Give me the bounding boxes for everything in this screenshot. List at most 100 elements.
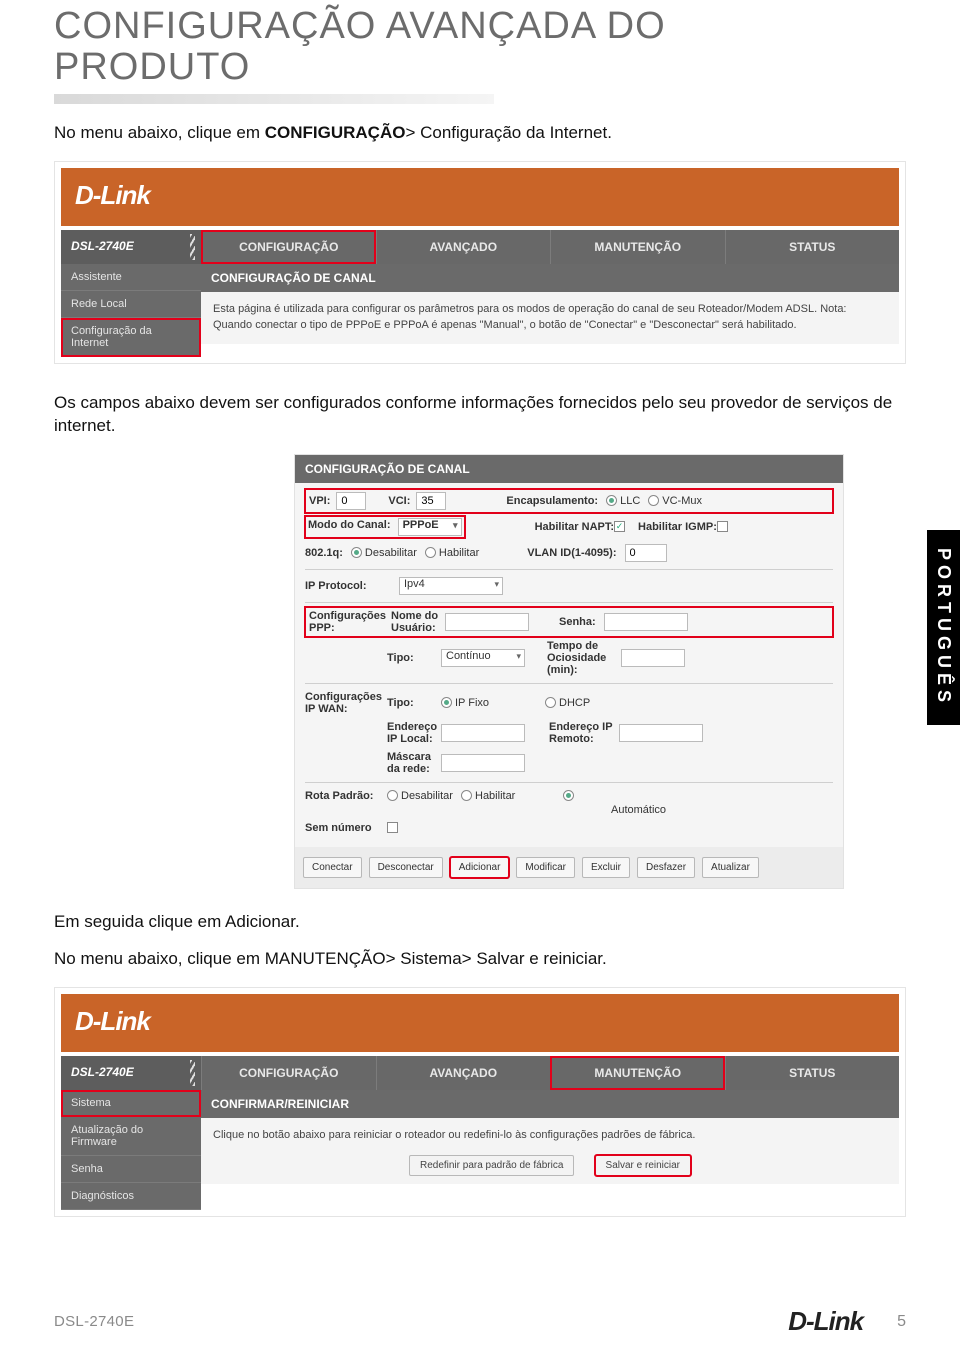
dlink-logo: D-Link [75,180,150,210]
encap-vcmux-radio[interactable] [648,495,659,506]
unnum-label: Sem número [305,822,387,834]
defroute-label: Rota Padrão: [305,790,387,802]
vpi-label: VPI: [309,495,330,507]
sidebar-item-rede-local[interactable]: Rede Local [61,291,201,318]
top-tabs-row: DSL-2740E CONFIGURAÇÃO AVANÇADO MANUTENÇ… [61,230,899,264]
footer-page-number: 5 [897,1313,906,1331]
btn-conectar[interactable]: Conectar [303,857,362,878]
panel-header: CONFIGURAÇÃO DE CANAL [295,455,843,483]
napt-label: Habilitar NAPT: [535,521,614,533]
button-row: Conectar Desconectar Adicionar Modificar… [295,847,843,888]
section-body: Esta página é utilizada para configurar … [201,292,899,344]
defroute-disable-radio[interactable] [387,790,398,801]
defroute-auto-radio[interactable] [563,790,574,801]
sidebar-item-config-internet[interactable]: Configuração da Internet [61,318,201,357]
sidebar-item-sistema[interactable]: Sistema [61,1090,201,1117]
tab3-status[interactable]: STATUS [725,1056,900,1090]
igmp-checkbox[interactable] [717,521,728,532]
section3-header: CONFIRMAR/REINICIAR [201,1090,899,1118]
ppp-user-input[interactable] [445,613,529,631]
idle-input[interactable] [621,649,685,667]
napt-checkbox[interactable] [614,521,625,532]
dot1q-enable-radio[interactable] [425,547,436,558]
tab3-configuracao[interactable]: CONFIGURAÇÃO [201,1056,376,1090]
top-tabs-row-3: DSL-2740E CONFIGURAÇÃO AVANÇADO MANUTENÇ… [61,1056,899,1090]
ppp-group-label: Configurações PPP: [309,610,391,634]
brand-bar-3: D-Link [61,994,899,1052]
tab-status[interactable]: STATUS [725,230,900,264]
intro-text-3: Em seguida clique em Adicionar. [54,911,906,934]
model-cell-3: DSL-2740E [61,1056,201,1090]
sidebar-item-assistente[interactable]: Assistente [61,264,201,291]
btn-salvar-reiniciar[interactable]: Salvar e reiniciar [595,1155,691,1176]
btn-redefinir[interactable]: Redefinir para padrão de fábrica [409,1155,574,1176]
language-sidebar-tab: PORTUGUÊS [927,530,960,725]
idle-label: Tempo de Ociosidade (min): [547,640,621,676]
vlan-input[interactable] [625,544,667,562]
brand-bar: D-Link [61,168,899,226]
btn-desconectar[interactable]: Desconectar [369,857,443,878]
vci-label: VCI: [388,495,410,507]
footer-logo: D-Link [788,1306,863,1337]
title-line-2: PRODUTO [54,46,250,88]
sidebar-item-firmware[interactable]: Atualização do Firmware [61,1117,201,1156]
sidebar-3: Sistema Atualização do Firmware Senha Di… [61,1090,201,1210]
screenshot-2: CONFIGURAÇÃO DE CANAL VPI: VCI: Encapsul… [294,454,844,889]
mode-label: Modo do Canal: PPPoE [305,516,465,538]
dlink-logo-3: D-Link [75,1006,150,1036]
mode-select[interactable]: PPPoE [398,518,462,536]
intro-text-2: Os campos abaixo devem ser configurados … [54,392,906,438]
vlan-label: VLAN ID(1-4095): [527,547,616,559]
intro-text-1: No menu abaixo, clique em CONFIGURAÇÃO> … [54,122,906,145]
ppp-user-label: Nome do Usuário: [391,610,445,634]
tab-manutencao[interactable]: MANUTENÇÃO [550,230,725,264]
intro-text-4: No menu abaixo, clique em MANUTENÇÃO> Si… [54,948,906,971]
page-footer: DSL-2740E D-Link 5 [54,1306,906,1337]
wan-type-label: Tipo: [387,697,441,709]
section3-body: Clique no botão abaixo para reiniciar o … [201,1118,899,1184]
ppp-pass-input[interactable] [604,613,688,631]
btn-desfazer[interactable]: Desfazer [637,857,695,878]
ppp-pass-label: Senha: [559,616,596,628]
wan-remote-label: Endereço IP Remoto: [549,721,619,745]
wan-type-dhcp-radio[interactable] [545,697,556,708]
wan-mask-label: Máscara da rede: [387,751,441,775]
screenshot-1: D-Link DSL-2740E CONFIGURAÇÃO AVANÇADO M… [54,161,906,364]
page-title: CONFIGURAÇÃO AVANÇADA DO PRODUTO [54,6,906,88]
vci-input[interactable] [416,492,446,510]
wan-mask-input[interactable] [441,754,525,772]
encap-llc-radio[interactable] [606,495,617,506]
wan-local-input[interactable] [441,724,525,742]
wan-group-label: Configurações IP WAN: [305,691,387,715]
title-line-1: CONFIGURAÇÃO AVANÇADA DO [54,5,666,47]
defroute-enable-radio[interactable] [461,790,472,801]
sidebar: Assistente Rede Local Configuração da In… [61,264,201,357]
model-cell: DSL-2740E [61,230,201,264]
ipproto-select[interactable]: Ipv4 [399,577,503,595]
ppp-type-select[interactable]: Contínuo [441,649,525,667]
tab3-avancado[interactable]: AVANÇADO [376,1056,551,1090]
btn-adicionar[interactable]: Adicionar [450,857,510,878]
wan-type-ipfixo-radio[interactable] [441,697,452,708]
btn-excluir[interactable]: Excluir [582,857,630,878]
ppp-type-label: Tipo: [387,652,441,664]
vpi-input[interactable] [336,492,366,510]
wan-remote-input[interactable] [619,724,703,742]
btn-atualizar[interactable]: Atualizar [702,857,759,878]
screenshot-3: D-Link DSL-2740E CONFIGURAÇÃO AVANÇADO M… [54,987,906,1217]
wan-local-label: Endereço IP Local: [387,721,441,745]
sidebar-item-senha[interactable]: Senha [61,1156,201,1183]
unnum-checkbox[interactable] [387,822,398,833]
sidebar-item-diagnosticos[interactable]: Diagnósticos [61,1183,201,1210]
section-header: CONFIGURAÇÃO DE CANAL [201,264,899,292]
title-rule [54,94,494,104]
tab-configuracao[interactable]: CONFIGURAÇÃO [201,230,376,264]
dot1q-disable-radio[interactable] [351,547,362,558]
footer-model: DSL-2740E [54,1313,134,1330]
igmp-label: Habilitar IGMP: [638,521,717,533]
encap-label: Encapsulamento: [506,495,598,507]
tab-avancado[interactable]: AVANÇADO [376,230,551,264]
btn-modificar[interactable]: Modificar [516,857,575,878]
dot1q-label: 802.1q: [305,547,343,559]
tab3-manutencao[interactable]: MANUTENÇÃO [550,1056,725,1090]
